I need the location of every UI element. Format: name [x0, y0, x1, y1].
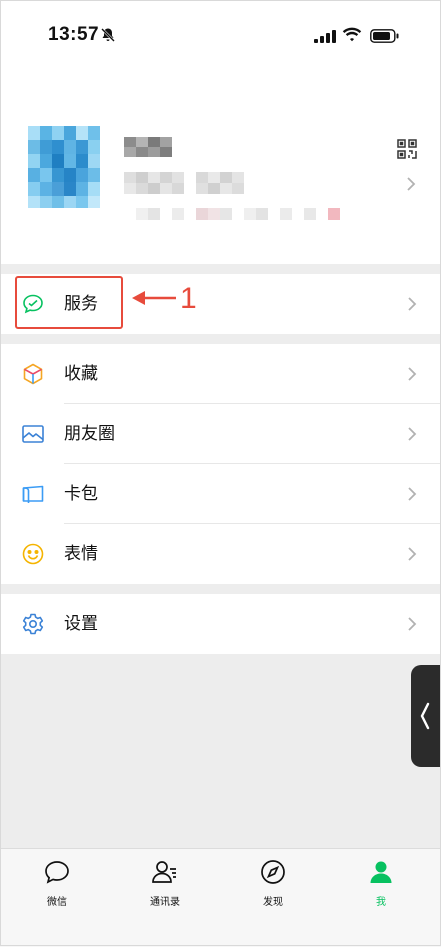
tab-chats[interactable]: 微信	[22, 859, 92, 908]
status-bar: 13:57	[0, 0, 441, 70]
tab-contacts[interactable]: 通讯录	[130, 859, 200, 908]
chat-bubble-icon	[43, 861, 71, 889]
card-wallet-icon	[21, 482, 45, 506]
chevron-right-icon	[407, 616, 417, 637]
gear-icon	[21, 612, 45, 636]
smiley-face-icon	[21, 542, 45, 566]
wechat-id-blurred	[124, 172, 244, 194]
tab-label-discover: 发现	[263, 897, 283, 908]
features-section: 收藏 朋友圈 卡包 表情	[0, 344, 441, 584]
chevron-right-icon	[407, 426, 417, 447]
me-person-icon	[367, 861, 395, 889]
compass-icon	[259, 860, 287, 889]
menu-label-cards: 卡包	[64, 484, 98, 503]
tab-me[interactable]: 我	[346, 859, 416, 908]
tab-label-chats: 微信	[47, 897, 67, 908]
tab-discover[interactable]: 发现	[238, 859, 308, 908]
chevron-right-icon	[407, 366, 417, 387]
status-blurred	[124, 204, 344, 224]
battery-icon	[370, 29, 400, 48]
menu-label-moments: 朋友圈	[64, 424, 115, 443]
chevron-left-icon[interactable]	[419, 702, 431, 735]
settings-section: 设置	[0, 594, 441, 654]
nickname-blurred	[124, 137, 172, 157]
silent-bell-icon	[100, 27, 116, 48]
chevron-right-icon	[407, 546, 417, 567]
annotation-number: 1	[180, 282, 197, 315]
tab-bar: 微信 通讯录 发现 我	[0, 848, 441, 947]
menu-label-stickers: 表情	[64, 544, 98, 563]
wifi-icon	[342, 27, 362, 47]
menu-item-cards[interactable]: 卡包	[0, 464, 441, 524]
menu-item-favorites[interactable]: 收藏	[0, 344, 441, 404]
menu-label-settings: 设置	[64, 614, 98, 633]
qr-code-icon[interactable]	[397, 139, 417, 164]
chevron-right-icon	[407, 296, 417, 317]
tab-label-me: 我	[376, 897, 386, 908]
profile-card[interactable]	[0, 70, 441, 264]
annotation-arrow-icon	[130, 286, 178, 315]
contacts-person-icon	[151, 861, 179, 889]
annotation-highlight-box	[15, 276, 123, 329]
menu-item-moments[interactable]: 朋友圈	[0, 404, 441, 464]
favorites-cube-icon	[21, 362, 45, 386]
chevron-right-icon	[406, 176, 416, 197]
signal-icon	[314, 30, 336, 48]
status-time: 13:57	[48, 24, 100, 45]
menu-item-settings[interactable]: 设置	[0, 594, 441, 654]
avatar[interactable]	[28, 126, 100, 208]
tab-label-contacts: 通讯录	[150, 897, 180, 908]
menu-item-stickers[interactable]: 表情	[0, 524, 441, 584]
chevron-right-icon	[407, 486, 417, 507]
moments-picture-icon	[21, 422, 45, 446]
menu-label-favorites: 收藏	[64, 364, 98, 383]
